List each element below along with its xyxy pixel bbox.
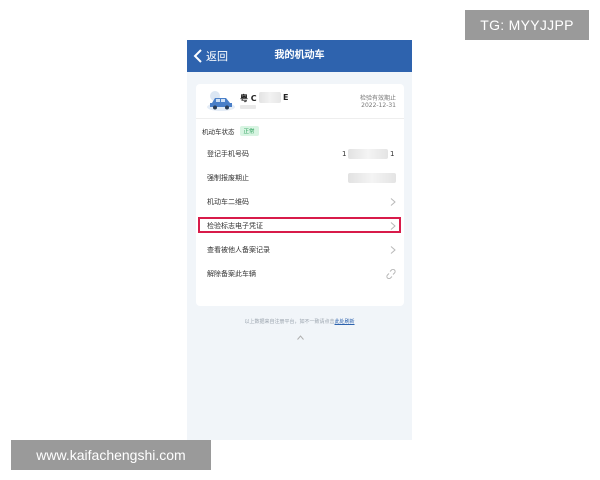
unbind-vehicle-label: 解除备案此车辆 xyxy=(207,270,256,278)
vehicle-card: 粤 C E 检验有效期止 2022-12-31 机动车状态 正常 登记手机号码 … xyxy=(196,84,404,340)
row-unbind-vehicle[interactable]: 解除备案此车辆 xyxy=(196,262,404,286)
plate-number-prefix: 粤 C xyxy=(240,94,257,103)
scrap-date-redacted xyxy=(348,173,396,183)
qr-code-label: 机动车二维码 xyxy=(207,198,249,206)
chevron-right-icon xyxy=(390,246,396,254)
phone-suffix: 1 xyxy=(390,150,395,158)
car-icon xyxy=(207,91,235,111)
collapse-toggle[interactable] xyxy=(196,330,404,344)
phone-label: 登记手机号码 xyxy=(207,150,249,158)
row-qr-code[interactable]: 机动车二维码 xyxy=(196,190,404,214)
screenshot-canvas: TG: MYYJJPP 返回 我的机动车 粤 C E 检验有效期止 2022-1… xyxy=(0,0,600,480)
scrap-date-label: 强制报废期止 xyxy=(207,174,249,182)
vehicle-header[interactable]: 粤 C E 检验有效期止 2022-12-31 xyxy=(196,84,404,118)
chevron-right-icon xyxy=(390,198,396,206)
status-badge: 正常 xyxy=(239,126,259,136)
nav-bar: 返回 我的机动车 xyxy=(187,40,412,72)
row-phone: 登记手机号码 1 1 xyxy=(196,142,404,166)
vehicle-subinfo-redacted xyxy=(240,105,256,109)
vehicle-status: 机动车状态 正常 xyxy=(202,125,259,137)
valid-until-label: 检验有效期止 xyxy=(359,95,396,102)
data-source-note: 以上数据来自注册平台，如不一致请点击此处刷新 xyxy=(187,318,412,325)
phone-prefix: 1 xyxy=(342,150,347,158)
phone-screen: 返回 我的机动车 粤 C E 检验有效期止 2022-12-31 机动车状态 正… xyxy=(187,40,412,440)
highlight-box xyxy=(198,217,401,233)
chevron-up-icon xyxy=(296,334,304,340)
filing-records-label: 查看被他人备案记录 xyxy=(207,246,270,254)
plate-number-suffix: E xyxy=(283,93,289,102)
page-title: 我的机动车 xyxy=(274,50,325,61)
valid-until-date: 2022-12-31 xyxy=(361,102,396,109)
watermark-website: www.kaifachengshi.com xyxy=(11,440,211,470)
refresh-link[interactable]: 此处刷新 xyxy=(335,319,355,325)
divider xyxy=(196,118,404,119)
row-filing-records[interactable]: 查看被他人备案记录 xyxy=(196,238,404,262)
status-label: 机动车状态 xyxy=(202,128,235,136)
phone-redacted xyxy=(348,149,388,159)
watermark-telegram: TG: MYYJJPP xyxy=(465,10,589,40)
data-source-text: 以上数据来自注册平台，如不一致请点击 xyxy=(244,319,335,325)
unlink-icon xyxy=(386,269,396,279)
row-scrap-date: 强制报废期止 xyxy=(196,166,404,190)
plate-number-redacted xyxy=(259,92,281,103)
